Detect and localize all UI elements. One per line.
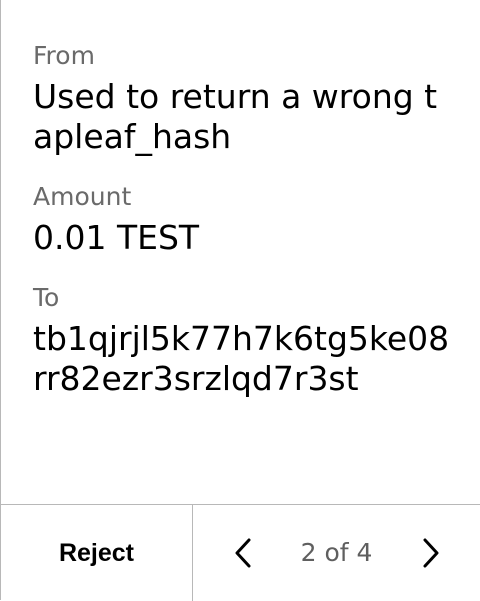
pagination: 2 of 4 [193, 505, 480, 601]
to-address: tb1qjrjl5k77h7k6tg5ke08rr82ezr3srzlqd7r3… [33, 319, 450, 398]
to-field: To tb1qjrjl5k77h7k6tg5ke08rr82ezr3srzlqd… [33, 280, 456, 399]
amount-value: 0.01 TEST [33, 218, 200, 257]
from-value: Used to return a wrong tapleaf_hash [33, 77, 438, 156]
action-footer: Reject 2 of 4 [1, 504, 480, 601]
next-page-button[interactable] [413, 536, 447, 570]
from-field: From Used to return a wrong tapleaf_hash [33, 38, 456, 157]
amount-label: Amount [33, 182, 132, 211]
from-label: From [33, 41, 95, 70]
reject-button[interactable]: Reject [1, 505, 193, 601]
transaction-review-screen: From Used to return a wrong tapleaf_hash… [0, 0, 480, 601]
amount-field: Amount 0.01 TEST [33, 179, 456, 258]
chevron-right-icon [423, 538, 439, 568]
to-label: To [33, 283, 60, 312]
transaction-details: From Used to return a wrong tapleaf_hash… [33, 38, 456, 399]
